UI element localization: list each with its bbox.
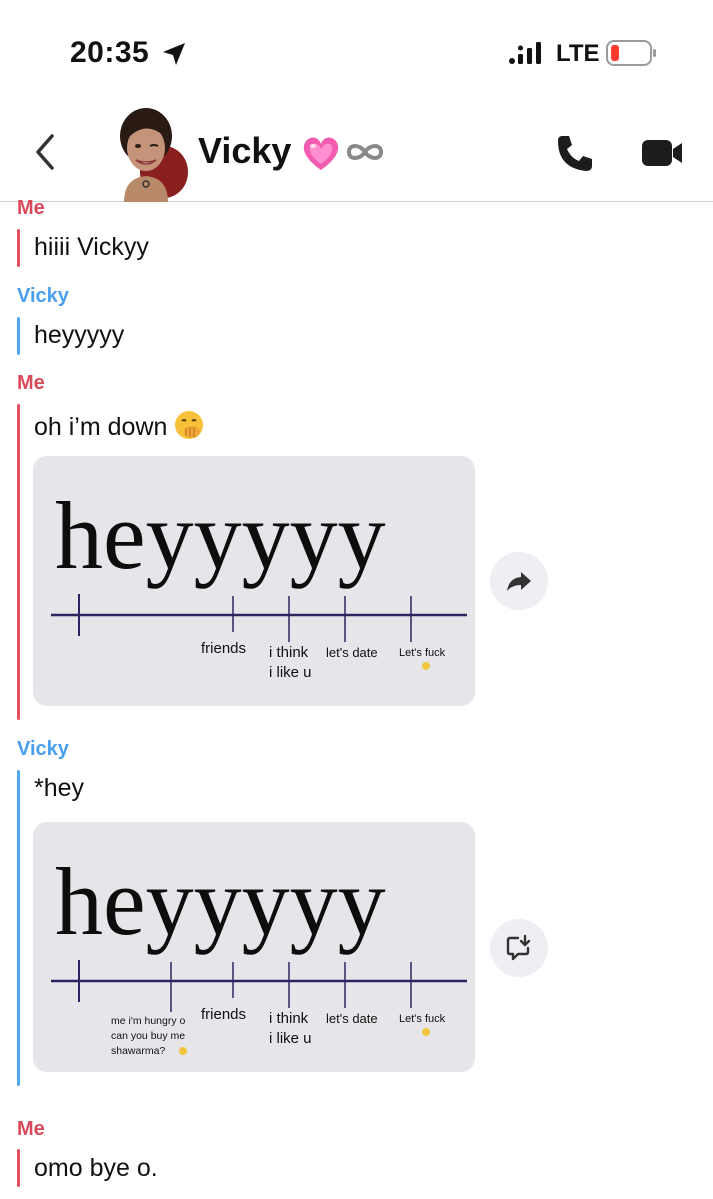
sender-label-me: Me (17, 1118, 45, 1140)
meme-label: i think (269, 644, 309, 661)
meme-label: shawarma? (111, 1045, 165, 1057)
meme-label: i like u (269, 664, 312, 681)
chat-header: Vicky (0, 100, 713, 202)
location-arrow-icon (163, 43, 185, 65)
meme-image[interactable]: heyyyyy friends i think i like u let's d… (33, 456, 475, 706)
meme-label: i think (269, 1010, 309, 1027)
infinity-icon (346, 144, 384, 160)
message-text[interactable]: omo bye o. (34, 1154, 158, 1183)
save-to-chat-button[interactable] (490, 919, 548, 977)
message-bar-vicky (17, 317, 20, 355)
heyyyyy-timeline-meme: heyyyyy friends i think i like u let's d… (33, 456, 475, 706)
message-bar-vicky (17, 770, 20, 1086)
chat-thread[interactable]: Me hiiii Vickyy Vicky heyyyyy Me oh i’m … (0, 197, 713, 1199)
share-arrow-icon (507, 572, 531, 591)
message-text[interactable]: heyyyyy (34, 321, 124, 350)
bitmoji-avatar[interactable] (104, 104, 188, 202)
meme-label: let's date (326, 645, 378, 660)
clock: 20:35 (70, 36, 150, 69)
sender-label-vicky: Vicky (17, 738, 69, 760)
meme-image[interactable]: heyyyyy me i'm hungry o can you buy me s… (33, 822, 475, 1072)
meme-label: friends (201, 640, 246, 657)
message-text[interactable]: *hey (34, 774, 84, 803)
back-chevron-icon[interactable] (30, 132, 60, 172)
meme-label: Let's fuck (399, 647, 446, 659)
message-bar-me (17, 229, 20, 267)
phone-icon[interactable] (554, 132, 596, 174)
signal-icon (509, 42, 541, 64)
share-button[interactable] (490, 552, 548, 610)
battery-low-icon (606, 40, 656, 66)
network-type: LTE (556, 40, 600, 67)
heyyyyy-timeline-meme: heyyyyy me i'm hungry o can you buy me s… (33, 822, 475, 1072)
meme-label: let's date (326, 1011, 378, 1026)
sender-label-me: Me (17, 372, 45, 394)
meme-label: Let's fuck (399, 1013, 446, 1025)
message-text[interactable]: oh i’m down (34, 409, 205, 442)
video-camera-icon[interactable] (640, 136, 684, 170)
meme-label: friends (201, 1006, 246, 1023)
contact-name[interactable]: Vicky (198, 130, 291, 172)
meme-word: heyyyyy (55, 482, 386, 589)
meme-label: me i'm hungry o (111, 1015, 186, 1027)
status-bar: 20:35 LTE (0, 0, 713, 100)
meme-word: heyyyyy (55, 848, 386, 955)
pink-heart-emoji (303, 137, 339, 170)
sender-label-vicky: Vicky (17, 285, 69, 307)
message-text-content: oh i’m down (34, 413, 168, 441)
sender-label-me: Me (17, 197, 45, 219)
message-text[interactable]: hiiii Vickyy (34, 233, 149, 262)
message-bar-me (17, 1149, 20, 1187)
meme-label: i like u (269, 1030, 312, 1047)
hand-over-mouth-emoji (175, 411, 204, 439)
meme-label: can you buy me (111, 1030, 185, 1042)
save-to-chat-icon (506, 934, 531, 961)
message-bar-me (17, 404, 20, 720)
